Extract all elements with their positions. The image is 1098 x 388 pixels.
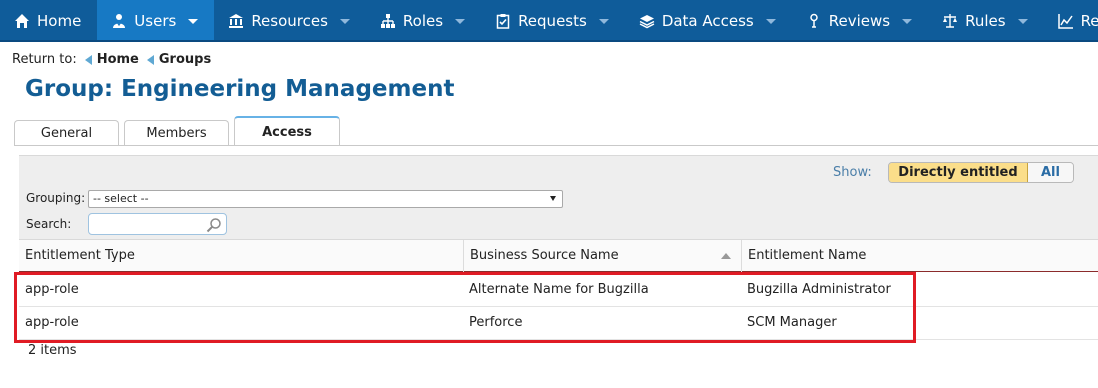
nav-reviews-label: Reviews xyxy=(828,12,891,30)
cell-business-source-name: Perforce xyxy=(469,315,523,330)
grouping-select-value: -- select -- xyxy=(93,192,149,205)
person-pin-icon xyxy=(806,13,822,29)
nav-rules-label: Rules xyxy=(965,12,1006,30)
users-icon xyxy=(111,13,127,29)
grouping-label: Grouping: xyxy=(26,191,86,205)
breadcrumb-link-groups[interactable]: Groups xyxy=(159,52,211,67)
chevron-down-icon xyxy=(455,18,466,24)
sitemap-icon xyxy=(380,13,396,29)
chevron-down-icon xyxy=(902,18,913,24)
bank-icon xyxy=(228,13,244,29)
column-header-entitlement-name[interactable]: Entitlement Name xyxy=(742,240,1098,272)
item-count: 2 items xyxy=(28,343,77,358)
tab-divider xyxy=(14,145,1098,146)
layers-icon xyxy=(639,13,655,29)
chevron-down-icon xyxy=(1017,18,1028,24)
table-row[interactable]: app-role Perforce SCM Manager xyxy=(19,307,1098,340)
nav-reviews[interactable]: Reviews xyxy=(792,0,928,40)
chart-icon xyxy=(1057,13,1074,29)
breadcrumb-prefix: Return to: xyxy=(12,52,77,67)
cell-business-source-name: Alternate Name for Bugzilla xyxy=(469,282,649,297)
nav-requests-label: Requests xyxy=(518,12,587,30)
search-input[interactable] xyxy=(88,213,227,235)
top-navigation-bar: Home Users Resources Roles Requests Data… xyxy=(0,0,1098,42)
nav-data-access[interactable]: Data Access xyxy=(625,0,792,40)
tab-general[interactable]: General xyxy=(14,120,119,146)
breadcrumb: Return to: Home Groups xyxy=(12,52,211,67)
nav-users-label: Users xyxy=(134,12,177,30)
show-label: Show: xyxy=(833,165,872,180)
nav-reports-label: Rep xyxy=(1080,12,1098,30)
arrow-left-icon xyxy=(84,54,92,65)
column-header-business-source-name[interactable]: Business Source Name xyxy=(464,240,742,272)
grouping-select[interactable]: -- select -- xyxy=(88,190,563,208)
sort-ascending-icon xyxy=(721,253,731,259)
page-title: Group: Engineering Management xyxy=(25,76,455,102)
nav-home[interactable]: Home xyxy=(0,0,97,40)
nav-data-access-label: Data Access xyxy=(661,12,754,30)
scales-icon xyxy=(942,13,958,29)
show-toggle: Directly entitled All xyxy=(888,162,1074,183)
cell-entitlement-type: app-role xyxy=(25,315,79,330)
chevron-down-icon xyxy=(598,18,609,24)
table-row[interactable]: app-role Alternate Name for Bugzilla Bug… xyxy=(19,274,1098,307)
directly-entitled-button[interactable]: Directly entitled xyxy=(889,163,1028,182)
nav-reports[interactable]: Rep xyxy=(1044,0,1098,40)
dropdown-arrow-icon xyxy=(550,196,556,201)
cell-entitlement-name: Bugzilla Administrator xyxy=(747,282,891,297)
cell-entitlement-name: SCM Manager xyxy=(747,315,837,330)
table-header: Entitlement Type Business Source Name En… xyxy=(19,239,1098,272)
home-icon xyxy=(14,13,30,29)
clipboard-check-icon xyxy=(495,13,511,29)
nav-requests[interactable]: Requests xyxy=(481,0,625,40)
search-icon[interactable] xyxy=(206,217,222,233)
arrow-left-icon xyxy=(146,54,154,65)
chevron-down-icon xyxy=(188,18,199,24)
filter-panel: Show: Directly entitled All Grouping: --… xyxy=(19,155,1098,239)
search-label: Search: xyxy=(26,217,72,231)
cell-entitlement-type: app-role xyxy=(25,282,79,297)
nav-users[interactable]: Users xyxy=(97,0,215,40)
nav-rules[interactable]: Rules xyxy=(928,0,1043,40)
column-header-entitlement-type[interactable]: Entitlement Type xyxy=(19,240,464,272)
nav-roles-label: Roles xyxy=(402,12,444,30)
nav-resources[interactable]: Resources xyxy=(214,0,366,40)
chevron-down-icon xyxy=(765,18,776,24)
tab-access[interactable]: Access xyxy=(234,116,340,146)
all-button[interactable]: All xyxy=(1028,163,1073,182)
nav-roles[interactable]: Roles xyxy=(366,0,481,40)
breadcrumb-link-home[interactable]: Home xyxy=(97,52,139,67)
tab-members[interactable]: Members xyxy=(124,120,229,146)
nav-home-label: Home xyxy=(37,12,82,30)
chevron-down-icon xyxy=(339,18,350,24)
nav-resources-label: Resources xyxy=(251,12,328,30)
